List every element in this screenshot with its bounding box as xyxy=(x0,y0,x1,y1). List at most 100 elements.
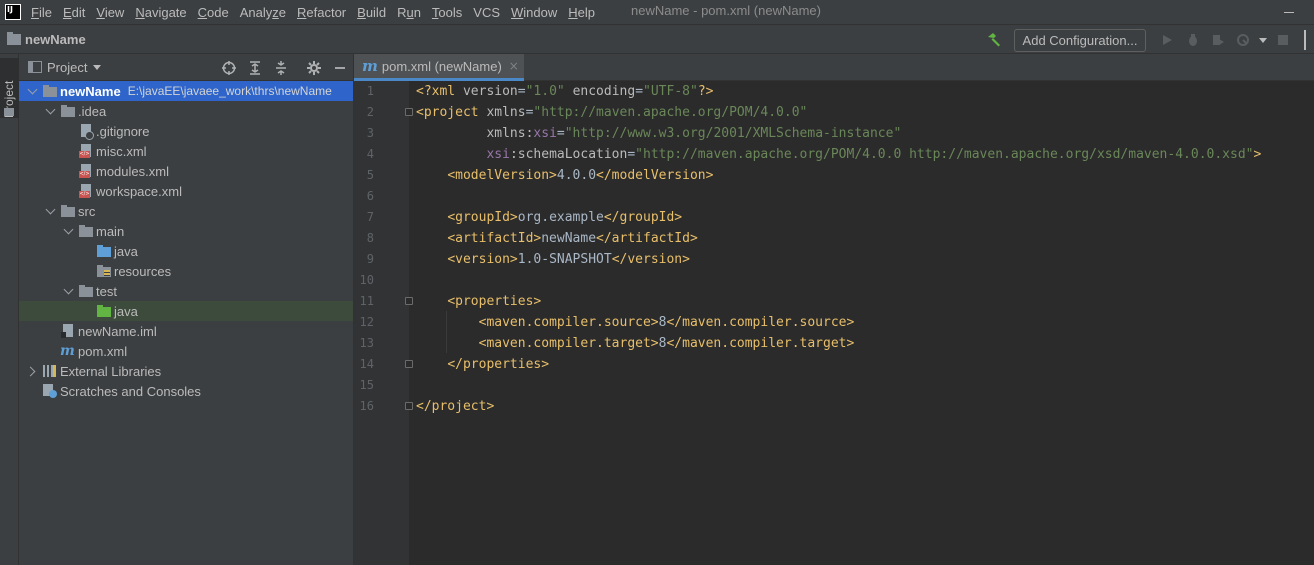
tree-item-label: .gitignore xyxy=(96,123,150,139)
project-folder-icon xyxy=(7,31,21,45)
add-configuration-button[interactable]: Add Configuration... xyxy=(1014,29,1146,52)
menu-window[interactable]: Window xyxy=(511,5,557,20)
expand-all-icon[interactable] xyxy=(247,60,263,76)
chevron-down-icon[interactable] xyxy=(93,64,102,70)
code-editor[interactable]: <?xml version="1.0" encoding="UTF-8"?> <p… xyxy=(409,81,1314,565)
line-number-gutter[interactable]: 1 2 3 4 5 6 7 8 9 10 11 12 13 14 15 16 xyxy=(354,81,409,565)
menu-tools[interactable]: Tools xyxy=(432,5,462,20)
line-number: 4 xyxy=(366,147,374,161)
tree-item-label: pom.xml xyxy=(78,343,128,359)
menu-vcs[interactable]: VCS xyxy=(473,5,500,20)
chevron-right-icon[interactable] xyxy=(26,365,38,377)
tree-item[interactable]: modules.xml xyxy=(19,161,353,181)
line-number: 11 xyxy=(359,294,374,308)
line-number: 5 xyxy=(366,168,374,182)
fold-marker-icon[interactable] xyxy=(405,108,413,116)
code-token: <artifactId> xyxy=(447,231,542,246)
tree-item[interactable]: misc.xml xyxy=(19,141,353,161)
line-number: 8 xyxy=(366,231,374,245)
toolbar-overflow-icon[interactable] xyxy=(1304,30,1314,50)
line-number: 9 xyxy=(366,252,374,266)
menu-file[interactable]: File xyxy=(31,5,52,20)
tree-item[interactable]: .gitignore xyxy=(19,121,353,141)
tree-item[interactable]: External Libraries xyxy=(19,361,353,381)
menu-refactor[interactable]: Refactor xyxy=(297,5,346,20)
coverage-icon[interactable] xyxy=(1211,33,1225,47)
tree-item[interactable]: newName E:\javaEE\javaee_work\thrs\newNam… xyxy=(19,81,353,101)
line-number: 14 xyxy=(359,357,374,371)
code-line: <version>1.0-SNAPSHOT</version> xyxy=(416,249,690,270)
code-token: 1.0-SNAPSHOT xyxy=(517,252,612,267)
menu-analyze[interactable]: Analyze xyxy=(240,5,286,20)
tree-item[interactable]: newName.iml xyxy=(19,321,353,341)
menu-code[interactable]: Code xyxy=(198,5,229,20)
menu-navigate[interactable]: Navigate xyxy=(135,5,186,20)
hide-icon[interactable] xyxy=(332,60,348,76)
collapse-all-icon[interactable] xyxy=(273,60,289,76)
chevron-down-icon[interactable] xyxy=(62,225,74,237)
tree-item[interactable]: src xyxy=(19,201,353,221)
code-token: "1.0" xyxy=(525,84,565,99)
build-hammer-icon[interactable] xyxy=(986,32,1002,48)
chevron-down-icon[interactable] xyxy=(44,105,56,117)
line-number: 12 xyxy=(359,315,374,329)
stop-icon[interactable] xyxy=(1276,33,1290,47)
fold-marker-icon[interactable] xyxy=(405,402,413,410)
tree-item[interactable]: .idea xyxy=(19,101,353,121)
project-panel-header: Project xyxy=(19,54,353,81)
code-token: <project xyxy=(416,105,487,120)
minimize-icon[interactable] xyxy=(1266,0,1312,24)
tree-item[interactable]: java xyxy=(19,301,353,321)
line-number: 2 xyxy=(366,105,374,119)
chevron-down-icon[interactable] xyxy=(62,285,74,297)
settings-icon[interactable] xyxy=(306,60,322,76)
code-line: <maven.compiler.target>8</maven.compiler… xyxy=(416,333,855,354)
code-token: </maven.compiler.source> xyxy=(666,315,855,330)
fold-marker-icon[interactable] xyxy=(405,297,413,305)
profile-icon[interactable] xyxy=(1236,33,1250,47)
tree-item[interactable]: m pom.xml xyxy=(19,341,353,361)
line-number: 3 xyxy=(366,126,374,140)
code-token: "http://maven.apache.org/POM/4.0.0" xyxy=(533,105,808,120)
project-tool-folder-icon xyxy=(4,108,14,116)
tree-item[interactable]: test xyxy=(19,281,353,301)
fold-marker-icon[interactable] xyxy=(405,360,413,368)
menu-build[interactable]: Build xyxy=(357,5,386,20)
menu-view[interactable]: View xyxy=(96,5,124,20)
run-icon[interactable] xyxy=(1160,33,1174,47)
folder-icon xyxy=(60,104,76,118)
locate-icon[interactable] xyxy=(221,60,237,76)
tree-item[interactable]: main xyxy=(19,221,353,241)
tree-item-label: workspace.xml xyxy=(96,183,182,199)
tab-pom-xml[interactable]: m pom.xml (newName) × xyxy=(354,54,524,81)
chevron-down-icon[interactable] xyxy=(26,85,38,97)
tree-item[interactable]: Scratches and Consoles xyxy=(19,381,353,401)
chevron-down-icon[interactable] xyxy=(44,205,56,217)
tree-item[interactable]: java xyxy=(19,241,353,261)
code-token: 4.0.0 xyxy=(556,168,597,183)
run-menu-dropdown-icon[interactable] xyxy=(1256,33,1270,47)
tree-item-label: External Libraries xyxy=(60,363,162,379)
debug-icon[interactable] xyxy=(1186,33,1200,47)
project-panel-title[interactable]: Project xyxy=(47,60,87,75)
tree-item[interactable]: workspace.xml xyxy=(19,181,353,201)
menu-help[interactable]: Help xyxy=(568,5,595,20)
breadcrumb-project[interactable]: newName xyxy=(25,32,86,47)
test-folder-icon xyxy=(96,304,112,318)
close-icon[interactable]: × xyxy=(509,59,519,73)
menu-run[interactable]: Run xyxy=(397,5,421,20)
tree-item[interactable]: resources xyxy=(19,261,353,281)
menu-edit[interactable]: Edit xyxy=(63,5,85,20)
project-panel: Project newName E:\javaEE\javaee_work\thr… xyxy=(19,54,353,565)
tree-item-label: test xyxy=(96,283,117,299)
tool-window-strip: Project xyxy=(0,54,19,565)
code-token: xmlns xyxy=(486,105,526,120)
